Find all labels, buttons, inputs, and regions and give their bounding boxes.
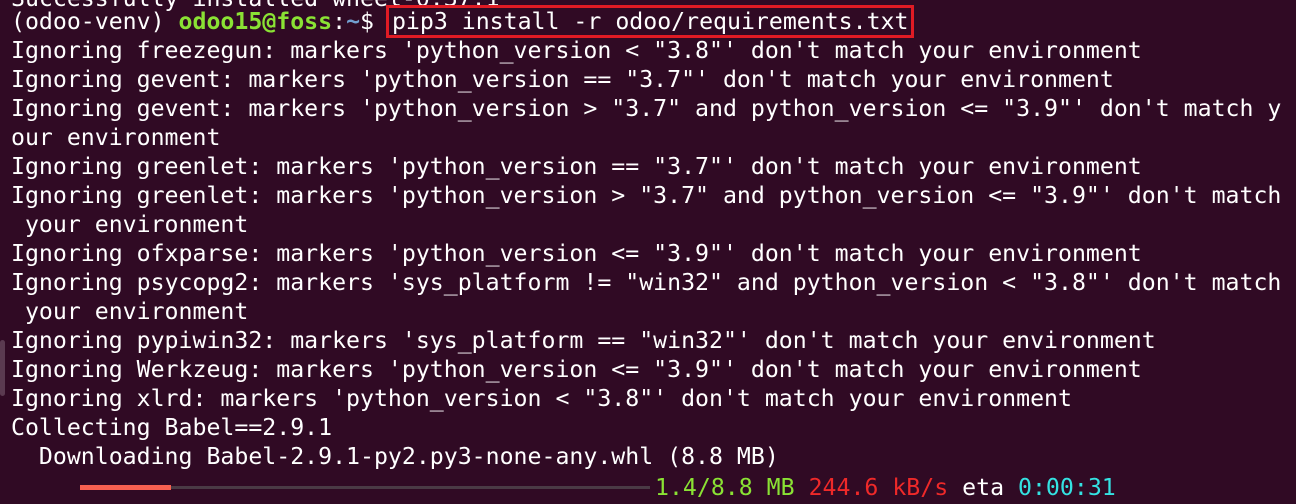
output-line: Ignoring gevent: markers 'python_version… (11, 66, 1114, 93)
output-line: Collecting Babel==2.9.1 (11, 414, 333, 441)
progress-stats: 1.4/8.8 MB 244.6 kB/s eta 0:00:31 (655, 473, 1116, 502)
output-line: Ignoring psycopg2: markers 'sys_platform… (11, 269, 1282, 296)
terminal-window[interactable]: Successfully installed wheel-0.37.1 (odo… (0, 0, 1296, 504)
output-line: your environment (11, 211, 249, 238)
venv-label: (odoo-venv) (11, 8, 179, 35)
download-progress: 1.4/8.8 MB 244.6 kB/s eta 0:00:31 (11, 473, 1116, 502)
eta-value: 0:00:31 (1018, 474, 1116, 501)
download-speed: 244.6 kB/s (808, 474, 949, 501)
prompt-colon: : (332, 8, 347, 35)
eta-label: eta (962, 474, 1005, 501)
prompt-symbol: $ (360, 8, 388, 35)
output-line: Ignoring Werkzeug: markers 'python_versi… (11, 356, 1142, 383)
output-line: your environment (11, 298, 249, 325)
progress-bar-track (80, 485, 650, 490)
output-line: Ignoring greenlet: markers 'python_versi… (11, 153, 1142, 180)
output-line: Ignoring ofxparse: markers 'python_versi… (11, 240, 1142, 267)
highlighted-command: pip3 install -r odoo/requirements.txt (385, 5, 915, 38)
scrollbar-handle[interactable] (0, 340, 5, 396)
output-line: Downloading Babel-2.9.1-py2.py3-none-any… (11, 443, 779, 470)
output-line: Ignoring pypiwin32: markers 'sys_platfor… (11, 327, 1156, 354)
command-prompt-line: (odoo-venv) odoo15@foss:~$ pip3 install … (11, 5, 915, 38)
output-line: Ignoring xlrd: markers 'python_version <… (11, 385, 1072, 412)
progress-bar-fill (80, 485, 171, 490)
output-line: our environment (11, 124, 221, 151)
output-line: Ignoring freezegun: markers 'python_vers… (11, 37, 1142, 64)
output-line: Ignoring greenlet: markers 'python_versi… (11, 182, 1282, 209)
prompt-user-host: odoo15@foss (178, 8, 333, 35)
downloaded-size: 1.4/8.8 MB (655, 474, 795, 501)
output-line: Ignoring gevent: markers 'python_version… (11, 95, 1282, 122)
prompt-path: ~ (346, 8, 361, 35)
